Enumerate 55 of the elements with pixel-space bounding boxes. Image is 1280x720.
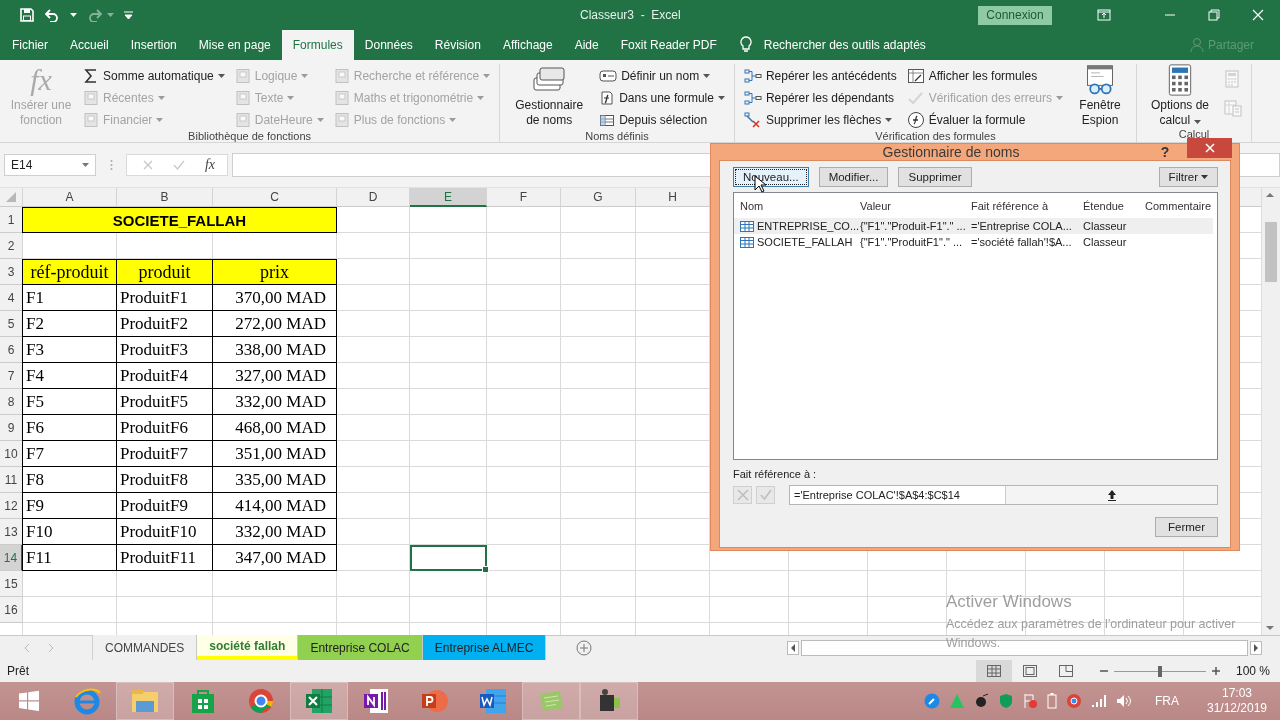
table-cell: F10 bbox=[23, 519, 117, 545]
table-cell: F3 bbox=[23, 337, 117, 363]
table-cell: ProduitF6 bbox=[117, 415, 213, 441]
group-label: Vérification des formules bbox=[874, 130, 997, 143]
table-cell: 347,00 MAD bbox=[213, 545, 337, 571]
table-cell: F2 bbox=[23, 311, 117, 337]
field-label: Fait référence à : bbox=[733, 468, 818, 480]
table-cell: 468,00 MAD bbox=[213, 415, 337, 441]
table-cell: 272,00 MAD bbox=[213, 311, 337, 337]
function-icon: fx bbox=[30, 64, 52, 96]
table-cell: 335,00 MAD bbox=[213, 467, 337, 493]
status-text: Prêt bbox=[7, 664, 29, 678]
table-cell: 338,00 MAD bbox=[213, 337, 337, 363]
table-cell: ProduitF3 bbox=[117, 337, 213, 363]
table-cell: ProduitF4 bbox=[117, 363, 213, 389]
list-cell-text: ='Entreprise COLA... bbox=[971, 220, 1073, 232]
column-heading: prix bbox=[213, 259, 337, 285]
table-cell: F6 bbox=[23, 415, 117, 441]
group-label: Calcul bbox=[1177, 128, 1211, 142]
table-cell: F9 bbox=[23, 493, 117, 519]
table-cell: F11 bbox=[23, 545, 117, 571]
table-cell: ProduitF7 bbox=[117, 441, 213, 467]
table-cell: 332,00 MAD bbox=[213, 519, 337, 545]
table-cell: ProduitF11 bbox=[117, 545, 213, 571]
table-cell: ProduitF1 bbox=[117, 285, 213, 311]
table-title: SOCIETE_FALLAH bbox=[23, 207, 337, 233]
activation-title: Activer Windows bbox=[946, 592, 1073, 612]
group-label: Bibliothèque de fonctions bbox=[187, 130, 313, 143]
table-cell: F1 bbox=[23, 285, 117, 311]
table-cell: 327,00 MAD bbox=[213, 363, 337, 389]
table-cell: ProduitF2 bbox=[117, 311, 213, 337]
list-cell-text: {"F1"."Produit-F1"." ... bbox=[860, 220, 967, 232]
table-cell: F5 bbox=[23, 389, 117, 415]
table-cell: 370,00 MAD bbox=[213, 285, 337, 311]
list-cell: ENTREPRISE_CO... bbox=[757, 220, 860, 232]
list-cell-text: {"F1"."ProduitF1"." ... bbox=[860, 236, 964, 248]
dialog-title: Gestionnaire de noms bbox=[881, 144, 1021, 160]
table-cell: ProduitF5 bbox=[117, 389, 213, 415]
window-title: Classeur3 - Excel bbox=[580, 8, 682, 22]
table-cell: 414,00 MAD bbox=[213, 493, 337, 519]
column-heading: produit bbox=[117, 259, 213, 285]
table-cell: ProduitF10 bbox=[117, 519, 213, 545]
table-cell: ProduitF9 bbox=[117, 493, 213, 519]
list-cell: SOCIETE_FALLAH bbox=[757, 236, 853, 248]
table-cell: 332,00 MAD bbox=[213, 389, 337, 415]
table-cell: F7 bbox=[23, 441, 117, 467]
group-label: Noms définis bbox=[584, 130, 650, 143]
list-cell-text: ='société fallah'!$A... bbox=[971, 236, 1073, 248]
list-cell-text: Classeur bbox=[1083, 236, 1128, 248]
table-cell: F8 bbox=[23, 467, 117, 493]
table-cell: ProduitF8 bbox=[117, 467, 213, 493]
list-cell-text: Classeur bbox=[1083, 220, 1128, 232]
table-cell: 351,00 MAD bbox=[213, 441, 337, 467]
table-cell: F4 bbox=[23, 363, 117, 389]
column-heading: réf-produit bbox=[23, 259, 117, 285]
